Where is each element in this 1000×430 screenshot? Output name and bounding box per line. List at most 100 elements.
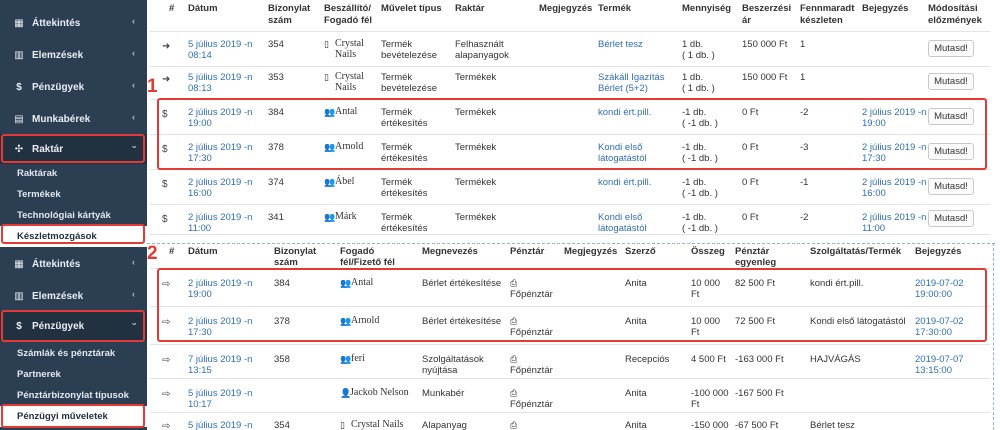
time-link[interactable]: 13:15: [188, 365, 212, 376]
table-row: ⇨ 7 július 2019 -n 13:15 358 👥 feri Szolgáltat…: [150, 345, 990, 379]
show-history-button[interactable]: Mutasd!: [928, 210, 974, 227]
show-history-button[interactable]: Mutasd!: [928, 73, 974, 90]
warehouse-name: Felhasznált: [455, 39, 504, 50]
sidebar-sub-partners[interactable]: Partnerek: [0, 364, 147, 385]
partner-name: feri: [351, 353, 365, 364]
users-icon: 👥: [340, 354, 352, 364]
date-link[interactable]: 5 július 2019 -n: [188, 72, 252, 83]
till-name: Főpénztár: [510, 365, 553, 376]
sidebar-sub-warehouses[interactable]: Raktárak: [0, 163, 147, 184]
highlight-finance-rows: [157, 268, 987, 342]
booking-date[interactable]: 2019-07-07: [915, 354, 964, 365]
entry-name: Szolgáltatások: [422, 354, 484, 365]
sidebar-sub-invoices[interactable]: Számlák és pénztárak: [0, 343, 147, 364]
partner-name: Márk: [335, 211, 357, 222]
purchase-price: 150 000 Ft: [742, 39, 788, 50]
doc-number: 353: [268, 72, 284, 83]
doc-number: 354: [274, 420, 290, 430]
chevron-left-icon: ‹: [132, 112, 135, 122]
sidebar-item-analytics-2[interactable]: ▥ Elemzések ‹: [0, 281, 147, 311]
table-header: # Dátum Bizonylat szám Beszállító/ Fogad…: [150, 0, 990, 32]
service-product: HAJVÁGÁS: [810, 354, 861, 365]
quantity-2: ( -1 db. ): [682, 223, 718, 234]
dollar-icon: $: [162, 179, 168, 190]
doc-number: 358: [274, 354, 290, 365]
author-name: Anita: [625, 420, 647, 430]
operation-type-2: értékesítés: [381, 188, 428, 199]
grid-icon: ▦: [14, 17, 24, 29]
sidebar-item-overview-2[interactable]: ▦ Áttekintés ‹: [0, 249, 147, 279]
date-link[interactable]: 5 július 2019 -n: [188, 420, 252, 430]
date-link[interactable]: 2 július 2019 -n: [188, 212, 252, 223]
printer-icon: ⎙: [510, 354, 518, 364]
section-divider: [147, 243, 995, 244]
author-name: Recepciós: [625, 354, 670, 365]
table-row: ⇨ 5 július 2019 -n 10:17 👤 Jackob Nelson Munk…: [150, 379, 990, 413]
time-link[interactable]: 08:13: [188, 83, 212, 94]
sidebar-item-finance[interactable]: $ Pénzügyek ‹: [0, 72, 147, 102]
doc-number: 341: [268, 212, 284, 223]
sidebar-sub-voucher-types[interactable]: Pénztárbizonylat típusok: [0, 385, 147, 406]
grid-icon: ▦: [14, 258, 24, 270]
sidebar-item-overview[interactable]: ▦ Áttekintés ‹: [0, 8, 147, 38]
operation-type: Termék: [381, 177, 413, 188]
date-link[interactable]: 5 július 2019 -n: [188, 39, 252, 50]
booking-time[interactable]: 11:00: [862, 223, 885, 234]
sign-out-icon: ⇨: [162, 355, 171, 366]
highlight-inventory-rows: [157, 98, 987, 170]
partner-name-2: Nails: [335, 82, 357, 93]
booking-link[interactable]: 2 július 2019 -n: [862, 212, 926, 223]
date-link[interactable]: 2 július 2019 -n: [188, 177, 252, 188]
time-link[interactable]: 11:00: [188, 223, 211, 234]
booking-link[interactable]: 2 július 2019 -n: [862, 177, 926, 188]
sidebar-sub-tech-cards[interactable]: Technológiai kártyák: [0, 205, 147, 226]
till-balance: -163 000 Ft: [735, 354, 784, 365]
product-link[interactable]: Kondi első: [598, 212, 642, 223]
date-link[interactable]: 5 július 2019 -n: [188, 388, 252, 399]
time-link[interactable]: 16:00: [188, 188, 212, 199]
product-link[interactable]: Szákáll Igazítás: [598, 72, 665, 83]
chevron-left-icon: ‹: [132, 16, 135, 26]
bar-chart-icon: ▥: [14, 49, 24, 61]
product-link[interactable]: kondi ért.pill.: [598, 177, 651, 188]
show-history-button[interactable]: Mutasd!: [928, 178, 974, 195]
time-link[interactable]: 10:17: [188, 399, 212, 410]
operation-type-2: bevételezése: [381, 83, 437, 94]
highlight-stock-movements: [1, 224, 145, 244]
partner-name-2: Nails: [335, 49, 357, 60]
partner-name: Crystal Nails: [351, 419, 404, 430]
partner-name: Crystal: [335, 38, 364, 49]
sidebar-item-analytics[interactable]: ▥ Elemzések ‹: [0, 40, 147, 70]
warehouse-name: Termékek: [455, 72, 497, 83]
table-row: ⇨ 5 július 2019 -n 354 ▯ Crystal Nails Alapan…: [150, 411, 990, 430]
sidebar-sub-products[interactable]: Termékek: [0, 184, 147, 205]
sign-in-icon: ➜: [162, 41, 171, 52]
quantity: -1 db.: [682, 212, 707, 223]
show-history-button[interactable]: Mutasd!: [928, 40, 974, 57]
product-link-2[interactable]: látogatástól: [598, 223, 647, 234]
booking-time[interactable]: 13:15:00: [915, 365, 952, 376]
quantity: 1 db.: [682, 72, 704, 83]
warehouse-name-2: alapanyagok: [455, 50, 509, 61]
table-row: ➜ 5 július 2019 -n 08:14 354 ▯ Crystal Nails Te…: [150, 32, 990, 67]
sign-out-icon: ⇨: [162, 421, 171, 430]
doc-number: 354: [268, 39, 284, 50]
booking-time[interactable]: 16:00: [862, 188, 886, 199]
entry-name: Alapanyag: [422, 420, 467, 430]
time-link[interactable]: 08:14: [188, 50, 212, 61]
sidebar-item-payroll[interactable]: ▤ Munkabérek ‹: [0, 104, 147, 134]
date-link[interactable]: 7 július 2019 -n: [188, 354, 252, 365]
chevron-left-icon: ‹: [132, 48, 135, 58]
purchase-price: 0 Ft: [742, 177, 759, 188]
product-link-2[interactable]: Bérlet (5+2): [598, 83, 648, 94]
purchase-price: 150 000 Ft: [742, 72, 788, 83]
doc-number: 374: [268, 177, 284, 188]
amount: 4 500 Ft: [691, 354, 726, 365]
product-link[interactable]: Bérlet tesz: [598, 39, 643, 50]
printer-icon: ⎙: [510, 420, 518, 430]
table-row: $2 július 2019 -n 11:00 341 👥 Márk Termék érté…: [150, 205, 990, 235]
section-divider-side: [993, 243, 994, 430]
till-balance: -167 500 Ft: [735, 388, 784, 399]
operation-type: Termék: [381, 72, 413, 83]
amount-2: Ft: [691, 399, 700, 410]
